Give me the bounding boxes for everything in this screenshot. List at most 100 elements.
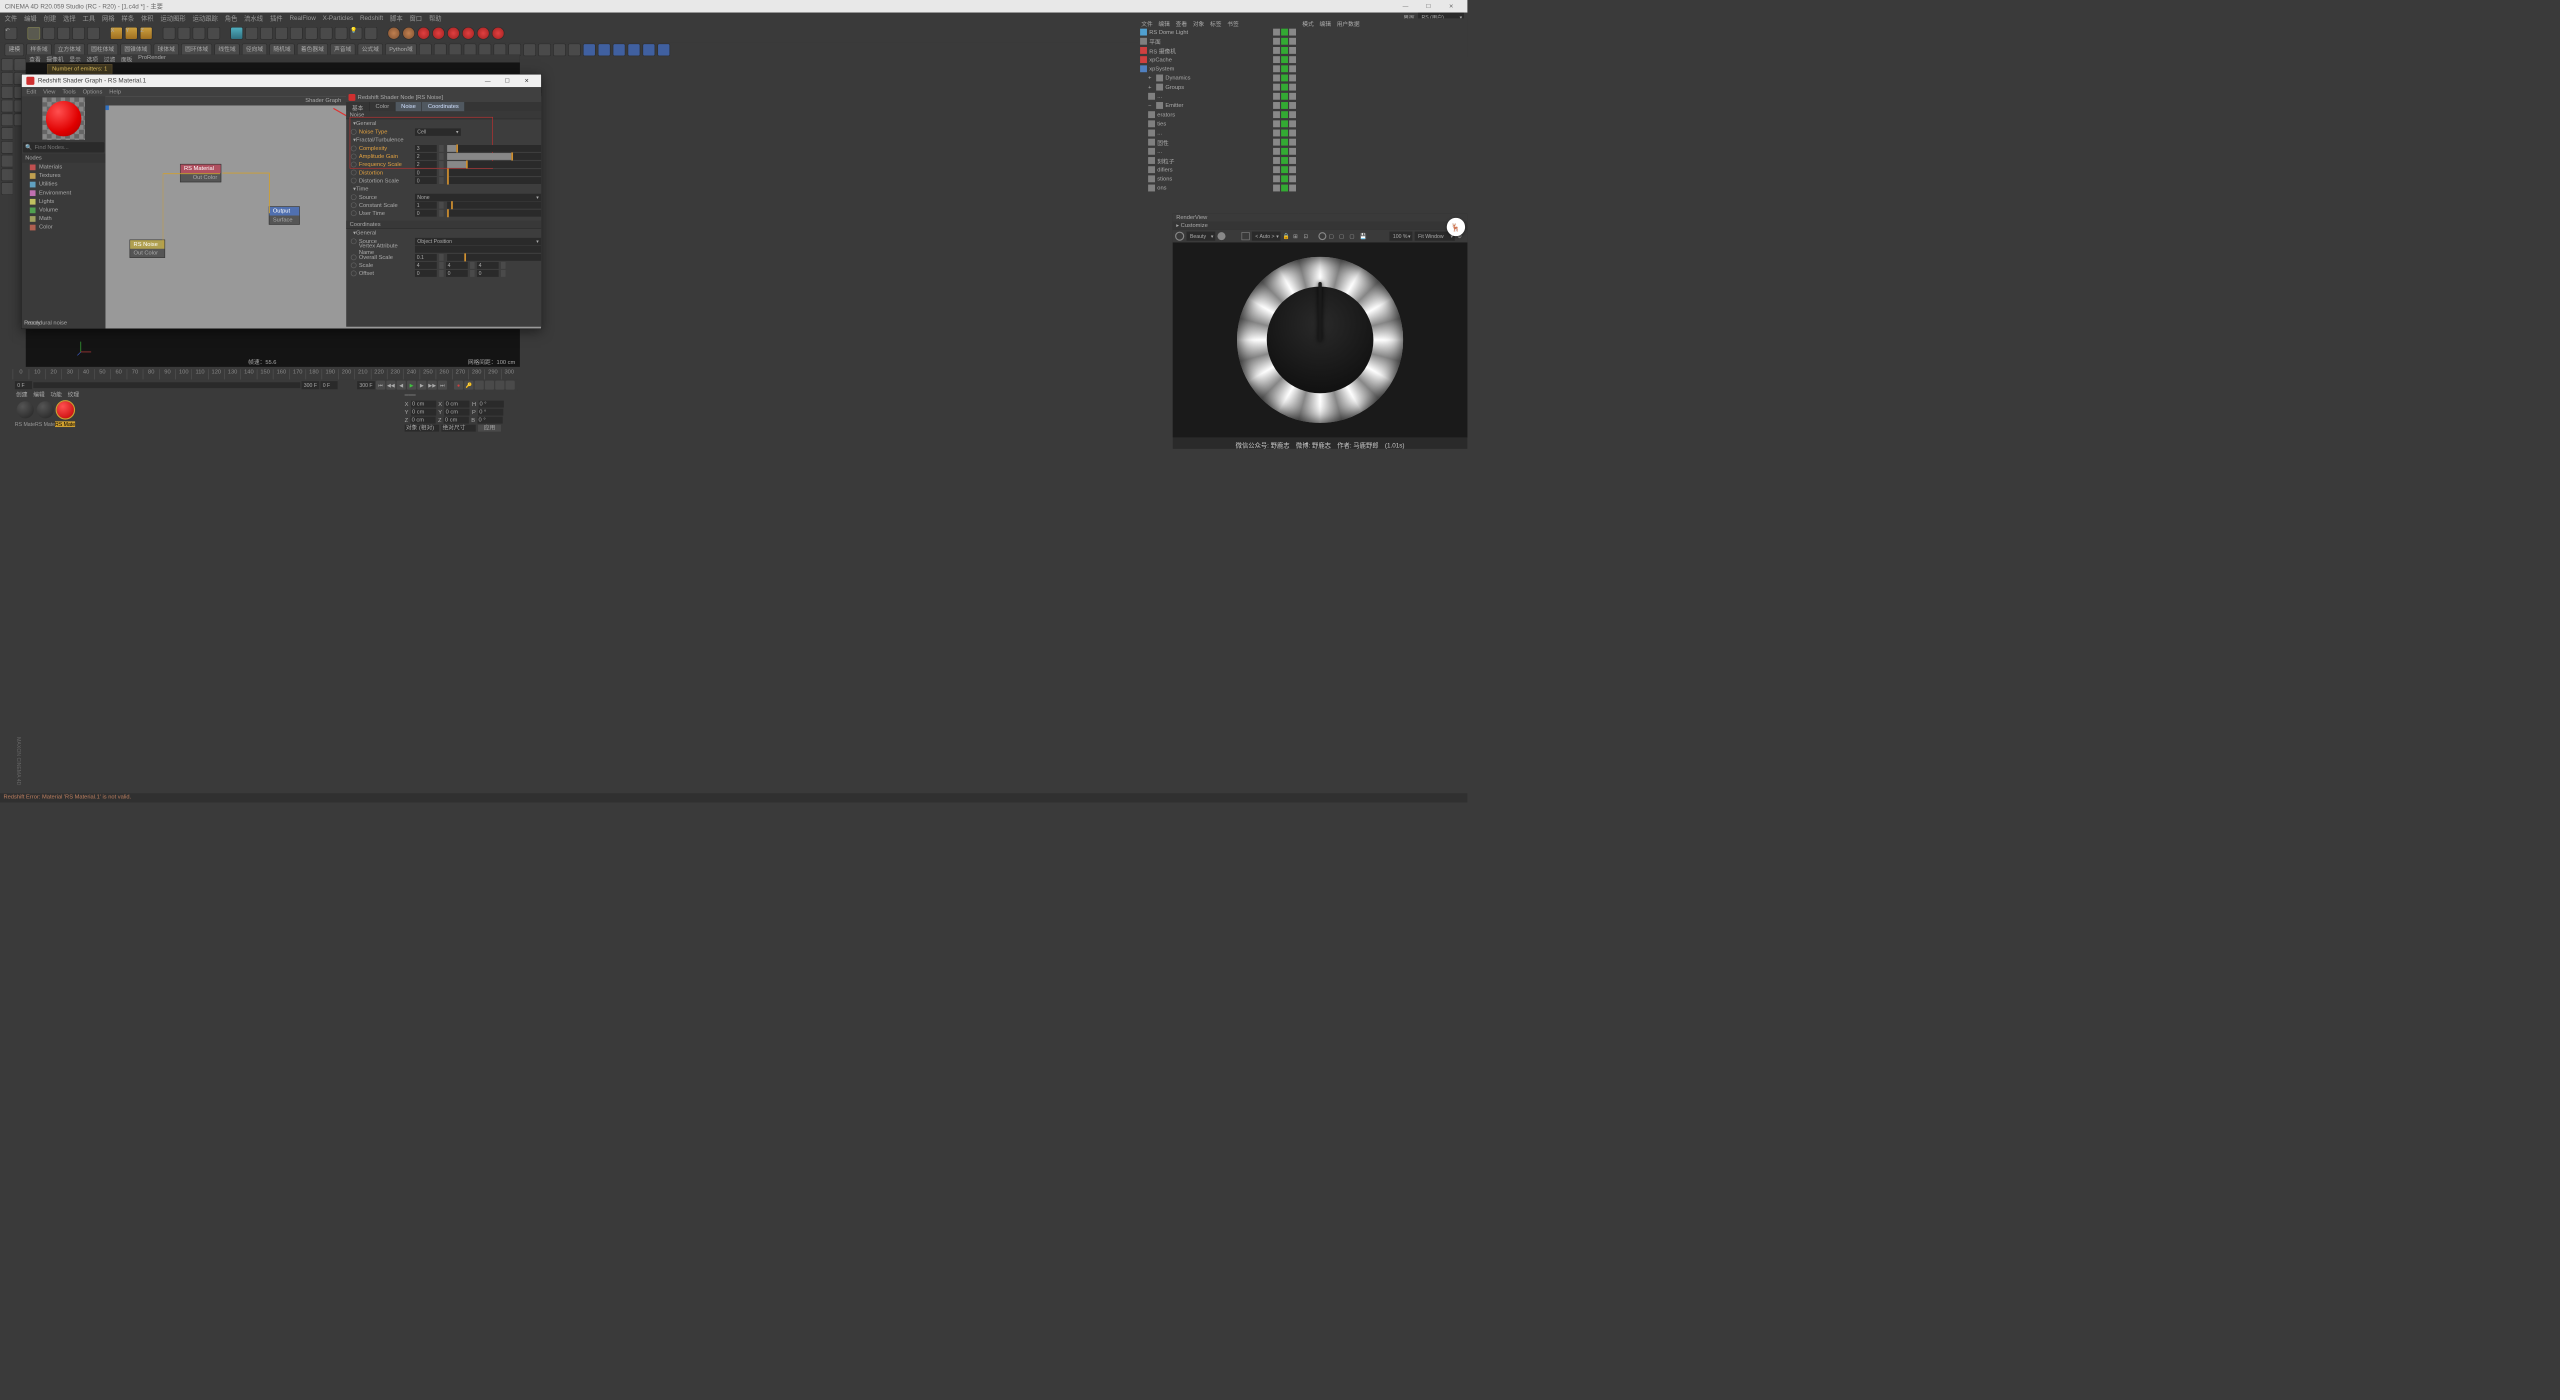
shader-maximize-button[interactable]: ☐	[498, 75, 517, 86]
key-param-button[interactable]	[506, 381, 515, 390]
autokey-button[interactable]: 🔑	[464, 381, 473, 390]
rs-tool-3[interactable]	[447, 27, 460, 40]
move-tool[interactable]	[28, 27, 41, 40]
shader-menu-Options[interactable]: Options	[83, 89, 103, 95]
light-menu[interactable]	[320, 27, 333, 40]
time-source-dropdown[interactable]: None	[415, 193, 541, 200]
menu-X-Particles[interactable]: X-Particles	[323, 15, 353, 22]
object-row[interactable]: ...	[1138, 92, 1298, 101]
target-icon[interactable]	[1318, 232, 1326, 240]
timeline-end[interactable]: 300 F	[301, 381, 319, 389]
menu-体积[interactable]: 体积	[141, 14, 154, 23]
material-swatch[interactable]: RS Mate	[15, 400, 35, 427]
shader-window-titlebar[interactable]: Redshift Shader Graph - RS Material.1 — …	[22, 75, 541, 88]
menu-文件[interactable]: 文件	[5, 14, 18, 23]
floating-badge[interactable]: 🦌	[1447, 218, 1465, 236]
object-row[interactable]: +Dynamics	[1138, 73, 1298, 82]
render-region-button[interactable]	[178, 27, 191, 40]
palette-icon-15[interactable]	[643, 44, 656, 57]
timeline-start[interactable]: 0 F	[15, 381, 32, 389]
node-category-Volume[interactable]: Volume	[22, 206, 106, 215]
render-button[interactable]	[163, 27, 176, 40]
node-tab-基本[interactable]: 基本	[346, 102, 370, 111]
node-category-Lights[interactable]: Lights	[22, 197, 106, 206]
xp-tool-2[interactable]	[402, 27, 415, 40]
om-menu-文件[interactable]: 文件	[1141, 19, 1152, 28]
undo-button[interactable]: ↶	[5, 27, 18, 40]
menu-运动图形[interactable]: 运动图形	[160, 14, 185, 23]
complexity-slider[interactable]	[447, 145, 541, 152]
key-rot-button[interactable]	[495, 381, 504, 390]
node-category-Utilities[interactable]: Utilities	[22, 180, 106, 189]
material-swatch[interactable]: RS Mate	[55, 400, 75, 427]
key-pos-button[interactable]	[475, 381, 484, 390]
shader-minimize-button[interactable]: —	[478, 75, 497, 86]
menu-网格[interactable]: 网格	[102, 14, 115, 23]
palette-icon-14[interactable]	[628, 44, 641, 57]
mat-menu-纹理[interactable]: 纹理	[68, 390, 79, 398]
object-row[interactable]: erators	[1138, 110, 1298, 119]
palette-icon-13[interactable]	[613, 44, 626, 57]
mat-menu-创建[interactable]: 创建	[16, 390, 27, 398]
object-row[interactable]: +Groups	[1138, 83, 1298, 92]
mat-menu-编辑[interactable]: 编辑	[33, 390, 44, 398]
shader-close-button[interactable]: ✕	[517, 75, 536, 86]
amp-gain-slider[interactable]	[447, 153, 541, 160]
apply-button[interactable]: 应用	[478, 425, 501, 432]
snapshot-b-icon[interactable]: ▢	[1349, 233, 1357, 239]
zoom-dropdown[interactable]: 100 %	[1389, 232, 1412, 241]
play-button[interactable]: ▶	[407, 381, 416, 390]
noise-type-dropdown[interactable]: Cell	[415, 128, 461, 135]
grid-icon[interactable]: ⊞	[1293, 233, 1301, 239]
attr-menu-模式[interactable]: 模式	[1302, 19, 1313, 28]
overall-scale-slider[interactable]	[447, 254, 541, 261]
vertex-attr-input[interactable]	[415, 246, 541, 253]
node-tab-Noise[interactable]: Noise	[395, 102, 422, 111]
node-output[interactable]: Output Surface	[269, 206, 300, 224]
save-icon[interactable]: 💾	[1360, 233, 1368, 239]
node-category-Color[interactable]: Color	[22, 223, 106, 232]
shader-menu-Tools[interactable]: Tools	[62, 89, 75, 95]
node-category-Textures[interactable]: Textures	[22, 171, 106, 180]
om-menu-书签[interactable]: 书签	[1227, 19, 1238, 28]
circle-icon[interactable]	[1217, 232, 1225, 240]
user-time-slider[interactable]	[447, 210, 541, 217]
snapshot-icon[interactable]: ▢	[1329, 233, 1337, 239]
axis-x-toggle[interactable]: X	[110, 27, 123, 40]
menu-编辑[interactable]: 编辑	[24, 14, 37, 23]
region-icon[interactable]	[1242, 232, 1250, 240]
vp-menu-ProRender[interactable]: ProRender	[138, 54, 166, 62]
coord-section[interactable]: Coordinates	[346, 221, 541, 229]
palette-icon-12[interactable]	[598, 44, 611, 57]
node-rs-noise[interactable]: RS Noise Out Color	[130, 240, 166, 258]
palette-icon-8[interactable]	[538, 44, 551, 57]
palette-icon-11[interactable]	[583, 44, 596, 57]
object-row[interactable]: xpCache	[1138, 55, 1298, 64]
rs-tool-2[interactable]	[432, 27, 445, 40]
bucket-icon[interactable]: ⊡	[1303, 233, 1311, 239]
picture-viewer-button[interactable]	[207, 27, 220, 40]
palette-建模[interactable]: 建模	[5, 44, 24, 57]
deformer-menu[interactable]	[275, 27, 288, 40]
object-row[interactable]: 平面	[1138, 37, 1298, 46]
timeline-current[interactable]: 0 F	[320, 381, 337, 389]
node-rs-material[interactable]: RS Material Out Color	[180, 164, 221, 182]
palette-icon-9[interactable]	[553, 44, 566, 57]
cube-primitive[interactable]	[230, 27, 243, 40]
lock-icon[interactable]: 🔒	[1283, 233, 1291, 239]
distortion-slider[interactable]	[447, 169, 541, 176]
minimize-button[interactable]: —	[1394, 0, 1417, 13]
vp-menu-过滤[interactable]: 过滤	[104, 54, 115, 62]
shader-menu-Help[interactable]: Help	[109, 89, 121, 95]
select-tool[interactable]	[42, 27, 55, 40]
object-row[interactable]: stions	[1138, 174, 1298, 183]
timeline-range-end[interactable]: 300 F	[357, 381, 375, 389]
info-button[interactable]	[365, 27, 378, 40]
scale-tool[interactable]	[72, 27, 85, 40]
menu-角色[interactable]: 角色	[225, 14, 238, 23]
menu-窗口[interactable]: 窗口	[409, 14, 422, 23]
object-row[interactable]: 固性	[1138, 138, 1298, 147]
om-menu-对象[interactable]: 对象	[1193, 19, 1204, 28]
maximize-button[interactable]: ☐	[1417, 0, 1440, 13]
menu-脚本[interactable]: 脚本	[390, 14, 403, 23]
